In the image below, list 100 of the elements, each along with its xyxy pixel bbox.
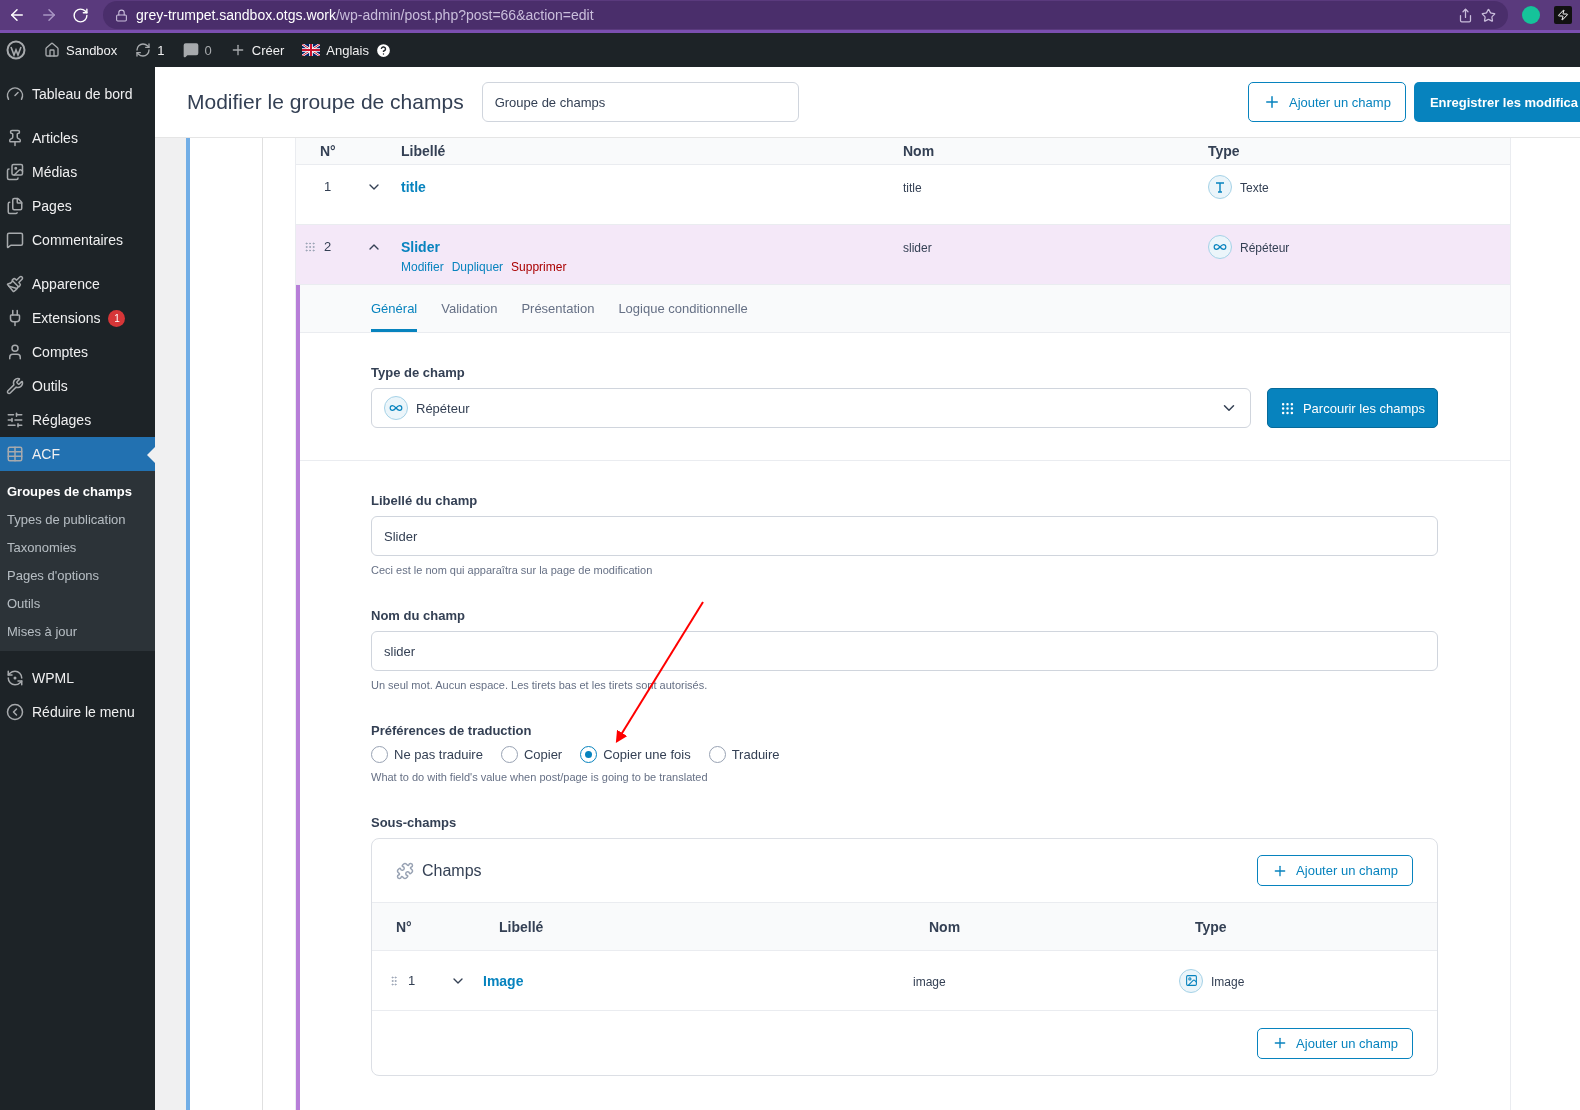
field-name: title	[903, 180, 923, 195]
count-badge: 1	[108, 309, 126, 327]
action-link[interactable]: Modifier	[401, 260, 444, 274]
lock-icon	[115, 8, 128, 22]
row-number: 1	[324, 179, 332, 194]
submenu-item[interactable]: Mises à jour	[0, 617, 155, 645]
submenu-item[interactable]: Outils	[0, 589, 155, 617]
column-header: Type	[1208, 143, 1241, 159]
media-icon	[6, 163, 24, 181]
name-input[interactable]: slider	[371, 631, 1438, 671]
puzzle-icon	[396, 861, 414, 880]
collapse-icon	[6, 703, 24, 721]
forward-icon[interactable]	[40, 6, 58, 24]
comment-icon	[182, 42, 199, 58]
row-number: 2	[324, 239, 332, 254]
submenu-item[interactable]: Types de publication	[0, 505, 155, 533]
help-icon[interactable]	[374, 41, 392, 59]
tab[interactable]: Logique conditionnelle	[618, 285, 748, 332]
radio-option[interactable]: Traduire	[708, 746, 780, 763]
user-icon	[6, 343, 24, 361]
group-name-field[interactable]: Groupe de champs	[481, 82, 799, 122]
new-link[interactable]: Créer	[251, 42, 285, 58]
brush-icon	[6, 275, 24, 293]
sidebar-item[interactable]: Médias	[0, 155, 155, 189]
field-label-link[interactable]: title	[401, 179, 903, 195]
sidebar-item[interactable]: Réglages	[0, 403, 155, 437]
address-bar[interactable]: grey-trumpet.sandbox.otgs.work/wp-admin/post.php?post=66&action=edit	[103, 1, 1508, 29]
action-link[interactable]: Dupliquer	[451, 260, 504, 274]
drag-handle-icon[interactable]	[388, 974, 400, 987]
field-label: Nom du champ	[371, 608, 466, 623]
updates-count[interactable]: 1	[157, 42, 165, 58]
infinity-icon	[384, 396, 408, 420]
home-icon	[44, 42, 60, 58]
sidebar-item[interactable]: Articles	[0, 121, 155, 155]
sidebar-item[interactable]: Commentaires	[0, 223, 155, 257]
field-name: image	[913, 973, 947, 989]
sidebar-item[interactable]: Pages	[0, 189, 155, 223]
radio-option[interactable]: Ne pas traduire	[371, 746, 483, 763]
field-label-link[interactable]: Image	[483, 972, 913, 989]
field-label: Libellé du champ	[371, 493, 479, 508]
comment-icon	[6, 231, 24, 249]
pin-icon	[6, 129, 24, 147]
radio-option[interactable]: Copier une fois	[580, 746, 691, 763]
sidebar-item[interactable]: Tableau de bord	[0, 77, 155, 111]
page-title: Modifier le groupe de champs	[187, 90, 464, 114]
field-name: slider	[903, 240, 933, 255]
site-link[interactable]: Sandbox	[66, 42, 118, 58]
image-icon	[1179, 968, 1203, 993]
field-type: Répéteur	[1240, 240, 1290, 255]
wrench-icon	[6, 377, 24, 395]
refresh-icon	[6, 669, 24, 687]
tab[interactable]: Général	[371, 285, 418, 332]
field-type: Image	[1211, 973, 1245, 989]
label-input[interactable]: Slider	[371, 516, 1438, 556]
flag-icon	[302, 44, 321, 56]
submenu-item[interactable]: Groupes de champs	[0, 477, 155, 505]
save-button[interactable]: Enregistrer les modifica	[1413, 82, 1580, 122]
sidebar-item[interactable]: WPML	[0, 661, 155, 695]
infinity-icon	[1208, 235, 1232, 259]
hint-text: What to do with field's value when post/page is going to be translated	[371, 771, 709, 783]
drag-handle-icon[interactable]	[304, 240, 316, 253]
radio-option[interactable]: Copier	[500, 746, 563, 763]
share-icon[interactable]	[1458, 7, 1473, 23]
sidebar-item[interactable]: ACF	[0, 437, 155, 471]
back-icon[interactable]	[8, 6, 26, 24]
column-header: Libellé	[499, 918, 545, 935]
column-header: N°	[396, 918, 413, 935]
add-field-button[interactable]: Ajouter un champ	[1247, 82, 1406, 122]
submenu-item[interactable]: Pages d'options	[0, 561, 155, 589]
browse-fields-button[interactable]: Parcourir les champs	[1267, 388, 1438, 428]
hint-text: Ceci est le nom qui apparaîtra sur la page de modification	[371, 564, 654, 576]
sidebar-item[interactable]: Extensions 1	[0, 301, 155, 335]
reload-icon[interactable]	[72, 6, 89, 24]
add-field-button[interactable]: Ajouter un champ	[1257, 1027, 1413, 1059]
field-type-select[interactable]: Répéteur	[371, 388, 1251, 428]
submenu-item[interactable]: Taxonomies	[0, 533, 155, 561]
language-link[interactable]: Anglais	[326, 42, 369, 58]
row-number: 1	[408, 973, 416, 988]
extension-icon[interactable]	[1554, 6, 1572, 24]
tab[interactable]: Présentation	[521, 285, 595, 332]
add-field-button[interactable]: Ajouter un champ	[1257, 855, 1413, 886]
star-icon[interactable]	[1481, 7, 1496, 23]
url-text: grey-trumpet.sandbox.otgs.work/wp-admin/post.php?post=66&action=edit	[136, 7, 594, 23]
sidebar-item[interactable]: Réduire le menu	[0, 695, 155, 729]
wordpress-logo-icon[interactable]	[6, 40, 26, 60]
field-label-link[interactable]: Slider	[401, 239, 903, 255]
delete-link[interactable]: Supprimer	[511, 260, 567, 274]
column-header: N°	[319, 143, 337, 159]
tab[interactable]: Validation	[441, 285, 498, 332]
sliders-icon	[6, 411, 24, 429]
gauge-icon	[6, 85, 24, 103]
pages-icon	[6, 197, 24, 215]
text-type-icon	[1208, 175, 1232, 199]
table-icon	[6, 445, 24, 463]
comments-count[interactable]: 0	[204, 42, 212, 58]
sidebar-item[interactable]: Apparence	[0, 267, 155, 301]
grid-icon	[1279, 400, 1295, 416]
sidebar-item[interactable]: Outils	[0, 369, 155, 403]
updates-icon	[135, 42, 152, 58]
sidebar-item[interactable]: Comptes	[0, 335, 155, 369]
